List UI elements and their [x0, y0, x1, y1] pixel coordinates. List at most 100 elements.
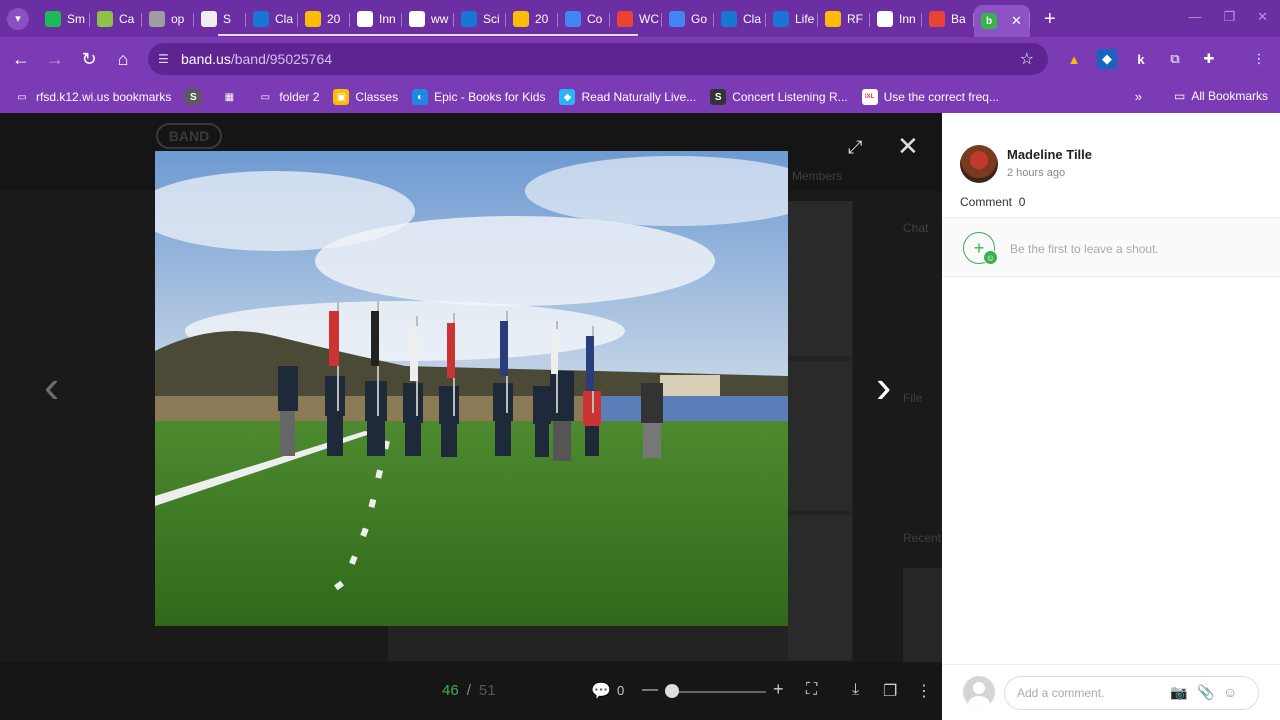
bookmark-item[interactable]: ▭ folder 2: [257, 89, 320, 105]
bookmark-item[interactable]: ◆ Read Naturally Live...: [559, 89, 696, 105]
zoom-slider-handle[interactable]: [665, 684, 679, 698]
bookmarks-bar: ▭ rfsd.k12.wi.us bookmarks S ▦ ▭ folder 2 ▣ Cla…: [0, 81, 1280, 113]
tab-title: 20: [327, 11, 341, 26]
extension-blue-icon[interactable]: ◆: [1097, 49, 1117, 69]
panda-icon: [357, 10, 373, 27]
zoom-out-icon[interactable]: —: [642, 681, 658, 699]
bookmark-item[interactable]: ▭ rfsd.k12.wi.us bookmarks: [14, 89, 171, 105]
window-controls: — ❐ ✕: [1188, 9, 1268, 25]
all-bookmarks-button[interactable]: ▭ All Bookmarks: [1174, 89, 1268, 103]
browser-tab[interactable]: Cla: [714, 5, 766, 33]
browser-tab[interactable]: S: [194, 5, 246, 33]
camera-icon[interactable]: 📷: [1170, 684, 1187, 701]
browser-tab[interactable]: Inn: [350, 5, 402, 33]
more-options-icon[interactable]: ⋮: [916, 681, 932, 701]
pearson-p-icon: [721, 10, 737, 27]
bookmark-label: rfsd.k12.wi.us bookmarks: [36, 90, 172, 104]
address-bar[interactable]: ☰ band.us/band/95025764 ☆: [148, 43, 1048, 75]
close-window-icon[interactable]: ✕: [1257, 9, 1268, 25]
new-tab-button[interactable]: +: [1044, 9, 1056, 29]
reload-button[interactable]: ↻: [72, 49, 106, 70]
author-name[interactable]: Madeline Tille: [1007, 147, 1092, 162]
browser-tab[interactable]: Go: [662, 5, 714, 33]
browser-tab[interactable]: Inn: [870, 5, 922, 33]
zoom-in-icon[interactable]: +: [773, 679, 784, 700]
browser-tab[interactable]: Cla: [246, 5, 298, 33]
next-photo-arrow-icon[interactable]: ›: [876, 363, 891, 409]
forward-button[interactable]: →: [38, 49, 72, 70]
copy-icon[interactable]: ❐: [883, 681, 897, 701]
back-button[interactable]: ←: [4, 49, 38, 70]
extension-badge-icon[interactable]: ⧉: [1165, 49, 1185, 69]
minimize-icon[interactable]: —: [1188, 9, 1201, 25]
author-avatar[interactable]: [960, 145, 998, 183]
bookmark-item[interactable]: ▦: [221, 89, 243, 105]
user-avatar: [963, 676, 995, 708]
browser-tab[interactable]: op: [142, 5, 194, 33]
tab-title: Cla: [275, 11, 294, 26]
bookmark-item[interactable]: S: [185, 89, 207, 105]
forward-arrow-icon: →: [46, 48, 64, 69]
close-viewer-icon[interactable]: ✕: [897, 133, 919, 159]
bookmark-star-icon[interactable]: ☆: [1020, 49, 1034, 69]
bookmark-item[interactable]: ◐ Epic - Books for Kids: [412, 89, 545, 105]
home-button[interactable]: ⌂: [106, 49, 140, 70]
counter-separator: /: [466, 682, 471, 699]
site-info-icon[interactable]: ☰: [158, 52, 174, 66]
previous-photo-arrow-icon[interactable]: ‹: [44, 363, 59, 409]
close-tab-icon[interactable]: ✕: [1011, 13, 1022, 29]
managed-folder-icon: ▭: [17, 91, 27, 103]
slides-icon: [825, 10, 841, 27]
drive-icon: [305, 10, 321, 27]
browser-tab[interactable]: Sci: [454, 5, 506, 33]
bookmark-item[interactable]: ▣ Classes: [333, 89, 398, 105]
tab-title: Sm: [67, 11, 85, 26]
browser-tab[interactable]: ww: [402, 5, 454, 33]
epic-icon: ◐: [412, 89, 429, 105]
band-page: BAND Members Chat File Recent ‹ › ⤢ ✕ 46…: [0, 113, 942, 720]
restore-icon[interactable]: ❐: [1223, 9, 1235, 25]
browser-tab[interactable]: RF: [818, 5, 870, 33]
browser-tab[interactable]: Co: [558, 5, 610, 33]
bookmark-label: Use the correct freq...: [883, 90, 999, 104]
browser-tab[interactable]: Life: [766, 5, 818, 33]
comment-bubble-icon[interactable]: 💬: [591, 681, 611, 701]
spotify-icon: [149, 10, 165, 27]
tab-title: op: [171, 11, 185, 26]
browser-tab[interactable]: 20: [506, 5, 558, 33]
browser-toolbar: ← → ↻ ⌂ ☰ band.us/band/95025764 ☆ ▲ ◆ k …: [0, 37, 1280, 81]
smiley-icon: ☺: [983, 250, 998, 265]
comment-input[interactable]: [1004, 676, 1259, 710]
active-browser-tab[interactable]: b ✕: [974, 5, 1030, 37]
zoom-slider-track[interactable]: [671, 691, 766, 693]
bookmark-item[interactable]: S Concert Listening R...: [710, 89, 848, 105]
drive-extension-icon[interactable]: ▲: [1064, 49, 1084, 69]
docs-icon: [565, 10, 581, 27]
fullscreen-icon[interactable]: ⛶: [806, 681, 817, 699]
post-details-panel: Madeline Tille 2 hours ago Comment 0 + ☺…: [942, 113, 1280, 720]
docs-icon: [669, 10, 685, 27]
browser-tab[interactable]: Sm: [38, 5, 90, 33]
attachment-icon[interactable]: 📎: [1197, 684, 1214, 701]
tab-search-button[interactable]: ▾: [7, 7, 29, 30]
extensions-puzzle-icon[interactable]: ✚: [1199, 49, 1219, 69]
bookmarks-overflow-icon[interactable]: »: [1135, 89, 1142, 104]
shout-row[interactable]: + ☺ Be the first to leave a shout.: [942, 217, 1280, 277]
background-recent-thumb: [903, 568, 942, 662]
browser-tab[interactable]: 20: [298, 5, 350, 33]
chevron-down-icon: ▾: [15, 13, 21, 25]
comment-count-value: 0: [1018, 195, 1026, 209]
browser-tab[interactable]: Ca: [90, 5, 142, 33]
emoji-icon[interactable]: ☺: [1223, 684, 1237, 700]
kami-k-extension-icon[interactable]: k: [1131, 49, 1151, 69]
tab-title: 20: [535, 11, 549, 26]
browser-tab[interactable]: Ba: [922, 5, 974, 33]
url-text[interactable]: band.us/band/95025764: [181, 51, 332, 67]
bookmark-item[interactable]: IXL Use the correct freq...: [861, 89, 999, 105]
expand-icon[interactable]: ⤢: [848, 137, 862, 158]
browser-tab[interactable]: WC: [610, 5, 662, 33]
photo-viewer-image[interactable]: [155, 151, 788, 626]
panda-icon: [877, 10, 893, 27]
menu-kebab-icon[interactable]: ⋮: [1249, 49, 1269, 69]
download-icon[interactable]: ⤓: [852, 681, 859, 699]
